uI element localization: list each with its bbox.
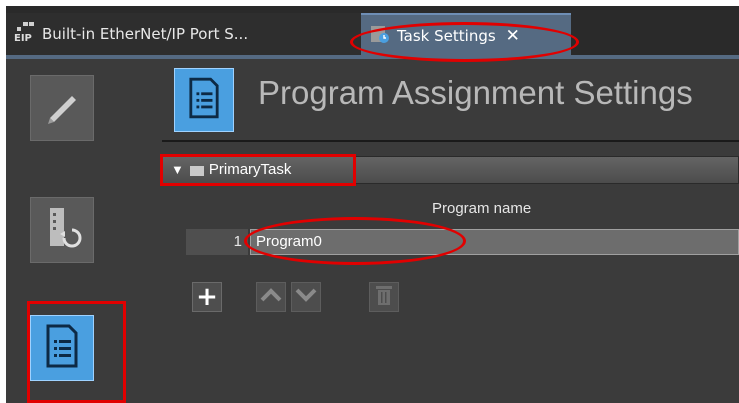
page-title: Program Assignment Settings [258, 74, 693, 111]
move-up-button[interactable] [256, 282, 286, 312]
move-down-button[interactable] [291, 282, 321, 312]
header-icon [174, 68, 234, 132]
row-index: 1 [186, 229, 248, 255]
chevron-down-icon [295, 287, 317, 307]
column-header-program-name: Program name [432, 200, 532, 217]
delete-button[interactable] [369, 282, 399, 312]
svg-text:EIP: EIP [14, 33, 32, 42]
ethernet-ip-icon: EIP [14, 22, 36, 46]
sidebar-item-edit[interactable] [30, 75, 94, 141]
header-divider [162, 140, 739, 142]
transfer-icon [42, 206, 82, 254]
tab-label: Built-in EtherNet/IP Port S... [42, 25, 249, 43]
annotation-program-highlight [244, 217, 466, 265]
add-button[interactable]: + [192, 282, 222, 312]
trash-icon [375, 284, 393, 310]
program-list-icon [188, 77, 220, 123]
pencil-icon [42, 86, 82, 130]
tab-ethernet-ip-port[interactable]: EIP Built-in EtherNet/IP Port S... [6, 13, 361, 55]
annotation-task-highlight [160, 154, 356, 186]
annotation-sidebar-highlight [27, 301, 126, 403]
annotation-tab-highlight [350, 22, 579, 62]
chevron-up-icon [260, 287, 282, 307]
sidebar-item-transfer[interactable] [30, 197, 94, 263]
